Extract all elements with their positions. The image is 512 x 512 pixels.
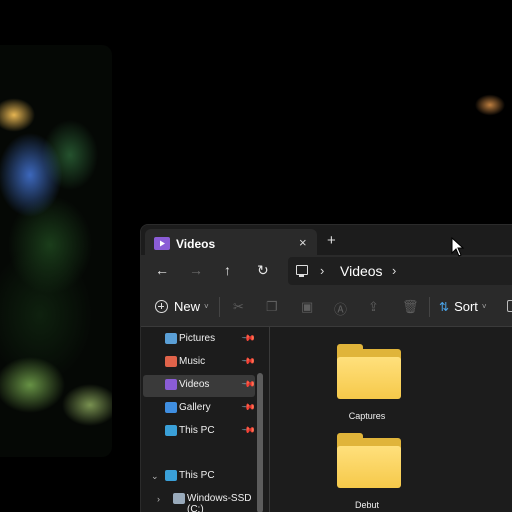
mouse-cursor-icon xyxy=(451,237,465,257)
back-button[interactable]: ← xyxy=(155,262,169,278)
breadcrumb-separator: › xyxy=(320,263,325,278)
folder-name: Debut xyxy=(354,500,380,510)
videos-icon xyxy=(154,237,170,250)
toolbar-divider xyxy=(219,297,220,317)
sidebar-item-this-pc[interactable]: ⌄ This PC xyxy=(143,466,255,488)
sidebar-item-label: This PC xyxy=(179,470,215,481)
pin-icon: 📌 xyxy=(241,353,257,369)
chevron-down-icon: ˅ xyxy=(204,302,209,311)
cut-icon[interactable]: ✂ xyxy=(233,299,244,315)
sidebar-item-videos[interactable]: Videos 📌 xyxy=(143,375,257,397)
new-button-label: New xyxy=(174,299,201,314)
plus-circle-icon xyxy=(155,300,168,313)
folder-debut[interactable]: Debut xyxy=(322,424,412,510)
pin-icon: 📌 xyxy=(241,422,257,438)
sidebar-item-label: Pictures xyxy=(179,333,216,344)
new-tab-button[interactable]: + xyxy=(327,232,336,249)
sort-icon: ⇅ xyxy=(439,299,450,314)
sidebar-item-label: Music xyxy=(179,356,206,367)
close-tab-icon[interactable]: × xyxy=(299,235,307,250)
desktop-wallpaper-glow xyxy=(470,88,510,122)
sidebar-item-label: Windows-SSD (C:) xyxy=(187,493,252,512)
desktop-wallpaper xyxy=(0,45,112,457)
share-icon[interactable]: ⇪ xyxy=(368,299,379,315)
sidebar-item-pictures[interactable]: Pictures 📌 xyxy=(143,329,257,351)
address-bar[interactable]: › Videos › xyxy=(288,257,512,285)
sidebar-item-label: Videos xyxy=(179,379,210,390)
pictures-icon xyxy=(165,333,177,344)
file-list: Captures Debut xyxy=(270,327,512,512)
paste-icon[interactable]: ▣ xyxy=(301,299,313,315)
gallery-icon xyxy=(165,402,177,413)
chevron-down-icon: ˅ xyxy=(481,302,487,311)
view-icon[interactable] xyxy=(507,300,512,312)
pin-icon: 📌 xyxy=(241,330,257,346)
sidebar-item-label: This PC xyxy=(179,425,215,436)
folder-captures[interactable]: Captures xyxy=(322,335,412,421)
sidebar-item-windows-ssd[interactable]: › Windows-SSD (C:) xyxy=(143,489,255,512)
chevron-right-icon[interactable]: › xyxy=(157,494,160,504)
drive-icon xyxy=(173,493,185,504)
breadcrumb-videos[interactable]: Videos xyxy=(340,263,383,279)
copy-icon[interactable]: ❐ xyxy=(266,299,278,315)
command-bar: New ˅ ✂ ❐ ▣ Ⓐ ⇪ 🗑 ⇅ Sort ˅ xyxy=(141,287,512,327)
new-button[interactable]: New ˅ xyxy=(155,299,209,314)
tab-title: Videos xyxy=(176,237,216,251)
breadcrumb-chevron-icon[interactable]: › xyxy=(392,263,396,278)
delete-icon[interactable]: 🗑 xyxy=(402,299,419,315)
chevron-down-icon[interactable]: ⌄ xyxy=(151,471,159,482)
scrollbar-thumb[interactable] xyxy=(257,373,263,512)
pin-icon: 📌 xyxy=(241,399,257,415)
videos-icon xyxy=(165,379,177,390)
up-button[interactable]: ↑ xyxy=(224,262,231,278)
this-pc-icon xyxy=(296,265,308,277)
navigation-pane: Pictures 📌 Music 📌 Videos 📌 Gallery 📌 Th… xyxy=(141,327,267,512)
sidebar-item-label: Gallery xyxy=(179,402,211,413)
navigation-bar: ← → ↑ ↻ › Videos › xyxy=(141,255,512,287)
file-explorer-window: Videos × + ← → ↑ ↻ › Videos › New ˅ ✂ ❐ … xyxy=(140,224,512,512)
sidebar-item-music[interactable]: Music 📌 xyxy=(143,352,257,374)
folder-name: Captures xyxy=(348,411,386,421)
rename-icon[interactable]: Ⓐ xyxy=(334,299,347,318)
music-icon xyxy=(165,356,177,367)
sort-button-label: Sort xyxy=(454,299,478,314)
this-pc-icon xyxy=(165,470,177,481)
sidebar-item-gallery[interactable]: Gallery 📌 xyxy=(143,398,257,420)
folder-icon xyxy=(337,344,401,399)
sort-button[interactable]: ⇅ Sort ˅ xyxy=(439,299,487,314)
refresh-button[interactable]: ↻ xyxy=(257,262,269,279)
folder-icon xyxy=(337,433,401,488)
sidebar-item-this-pc-pinned[interactable]: This PC 📌 xyxy=(143,421,257,443)
forward-button[interactable]: → xyxy=(189,262,203,278)
toolbar-divider xyxy=(429,297,430,317)
this-pc-icon xyxy=(165,425,177,436)
pin-icon: 📌 xyxy=(241,376,257,392)
